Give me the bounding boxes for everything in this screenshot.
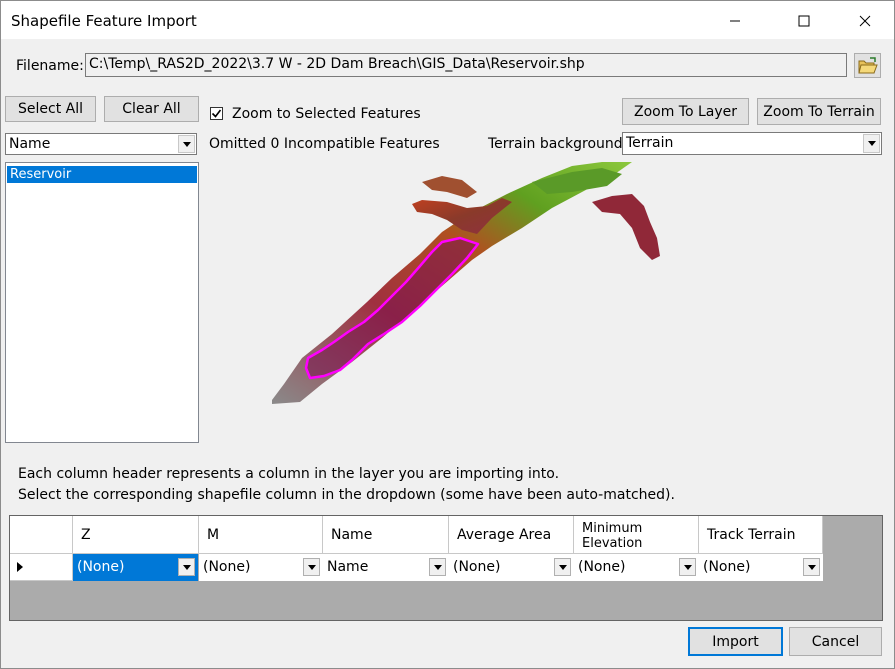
field-dropdown[interactable]: Name [5,133,197,155]
terrain-branch-right [592,194,660,260]
cancel-button[interactable]: Cancel [789,627,882,656]
feature-list[interactable]: Reservoir [5,162,199,443]
zoom-to-layer-button[interactable]: Zoom To Layer [622,98,749,125]
dropdown-arrow[interactable] [178,558,195,576]
chevron-down-icon [867,141,876,146]
terrain-branch-upper [532,168,622,194]
maximize-button[interactable] [781,1,827,40]
maximize-icon [798,15,810,26]
column-header-label: Average Area [457,526,552,543]
chevron-down-icon [807,564,816,570]
minimum-elevation-mapping-dropdown[interactable]: (None) [574,554,699,581]
dropdown-arrow[interactable] [863,134,880,153]
zoom-selected-label: Zoom to Selected Features [232,106,421,122]
grid-corner [10,516,73,554]
filename-field[interactable]: C:\Temp\_RAS2D_2022\3.7 W - 2D Dam Breac… [85,53,847,77]
chevron-down-icon [182,564,191,570]
omitted-features-text: Omitted 0 Incompatible Features [209,136,440,152]
name-mapping-dropdown[interactable]: Name [323,554,449,581]
browse-button[interactable] [854,53,881,78]
dropdown-arrow[interactable] [803,558,820,576]
chevron-down-icon [182,141,191,147]
import-button[interactable]: Import [688,627,783,656]
filename-label: Filename: [16,58,84,74]
dropdown-value: (None) [578,559,626,575]
select-all-button[interactable]: Select All [5,96,96,122]
average-area-mapping-dropdown[interactable]: (None) [449,554,574,581]
dropdown-value: Name [327,559,369,575]
column-header-minimum-elevation[interactable]: Minimum Elevation [574,516,699,554]
field-dropdown-value: Name [9,136,51,152]
dropdown-value: (None) [703,559,751,575]
column-header-label: Elevation [582,536,643,551]
chevron-down-icon [558,564,567,570]
checkmark-icon [211,109,222,118]
track-terrain-mapping-dropdown[interactable]: (None) [699,554,823,581]
column-header-z[interactable]: Z [73,516,199,554]
column-header-label: M [207,526,220,543]
dropdown-value: (None) [453,559,501,575]
column-header-label: Track Terrain [707,526,796,543]
terrain-branch-top [422,176,477,198]
close-button[interactable] [842,1,888,40]
dropdown-value: (None) [77,559,125,575]
minimize-icon [730,20,740,21]
row-pointer-icon [17,562,23,572]
window-title: Shapefile Feature Import [11,12,197,30]
dropdown-arrow[interactable] [554,558,571,576]
z-mapping-dropdown[interactable]: (None) [73,554,198,581]
terrain-background-dropdown[interactable]: Terrain [622,132,882,155]
column-header-average-area[interactable]: Average Area [449,516,574,554]
row-header[interactable] [10,554,73,581]
instruction-line-2: Select the corresponding shapefile colum… [18,487,675,503]
column-mapping-grid: Z M Name Average Area Minimum Elevation … [9,515,883,621]
terrain-background-label: Terrain background: [488,136,628,152]
minimize-button[interactable] [712,1,758,40]
dropdown-arrow[interactable] [178,135,195,153]
dropdown-arrow[interactable] [429,558,446,576]
reservoir-outline [304,236,480,380]
chevron-down-icon [307,564,316,570]
list-item[interactable]: Reservoir [7,166,197,183]
zoom-to-terrain-button[interactable]: Zoom To Terrain [757,98,881,125]
column-header-label: Minimum [582,521,643,536]
terrain-background-value: Terrain [626,135,674,151]
column-header-label: Name [331,526,373,543]
chevron-down-icon [433,564,442,570]
chevron-down-icon [683,564,692,570]
dropdown-value: (None) [203,559,251,575]
column-header-name[interactable]: Name [323,516,449,554]
clear-all-button[interactable]: Clear All [104,96,199,122]
title-bar: Shapefile Feature Import [0,0,895,39]
dropdown-arrow[interactable] [679,558,696,576]
m-mapping-dropdown[interactable]: (None) [199,554,323,581]
column-header-label: Z [81,526,91,543]
zoom-selected-checkbox[interactable] [210,107,223,120]
instruction-line-1: Each column header represents a column i… [18,466,560,482]
column-header-track-terrain[interactable]: Track Terrain [699,516,823,554]
folder-open-icon [857,56,878,73]
dropdown-arrow[interactable] [303,558,320,576]
column-header-m[interactable]: M [199,516,323,554]
terrain-map-preview[interactable] [272,162,884,404]
close-icon [859,15,871,26]
